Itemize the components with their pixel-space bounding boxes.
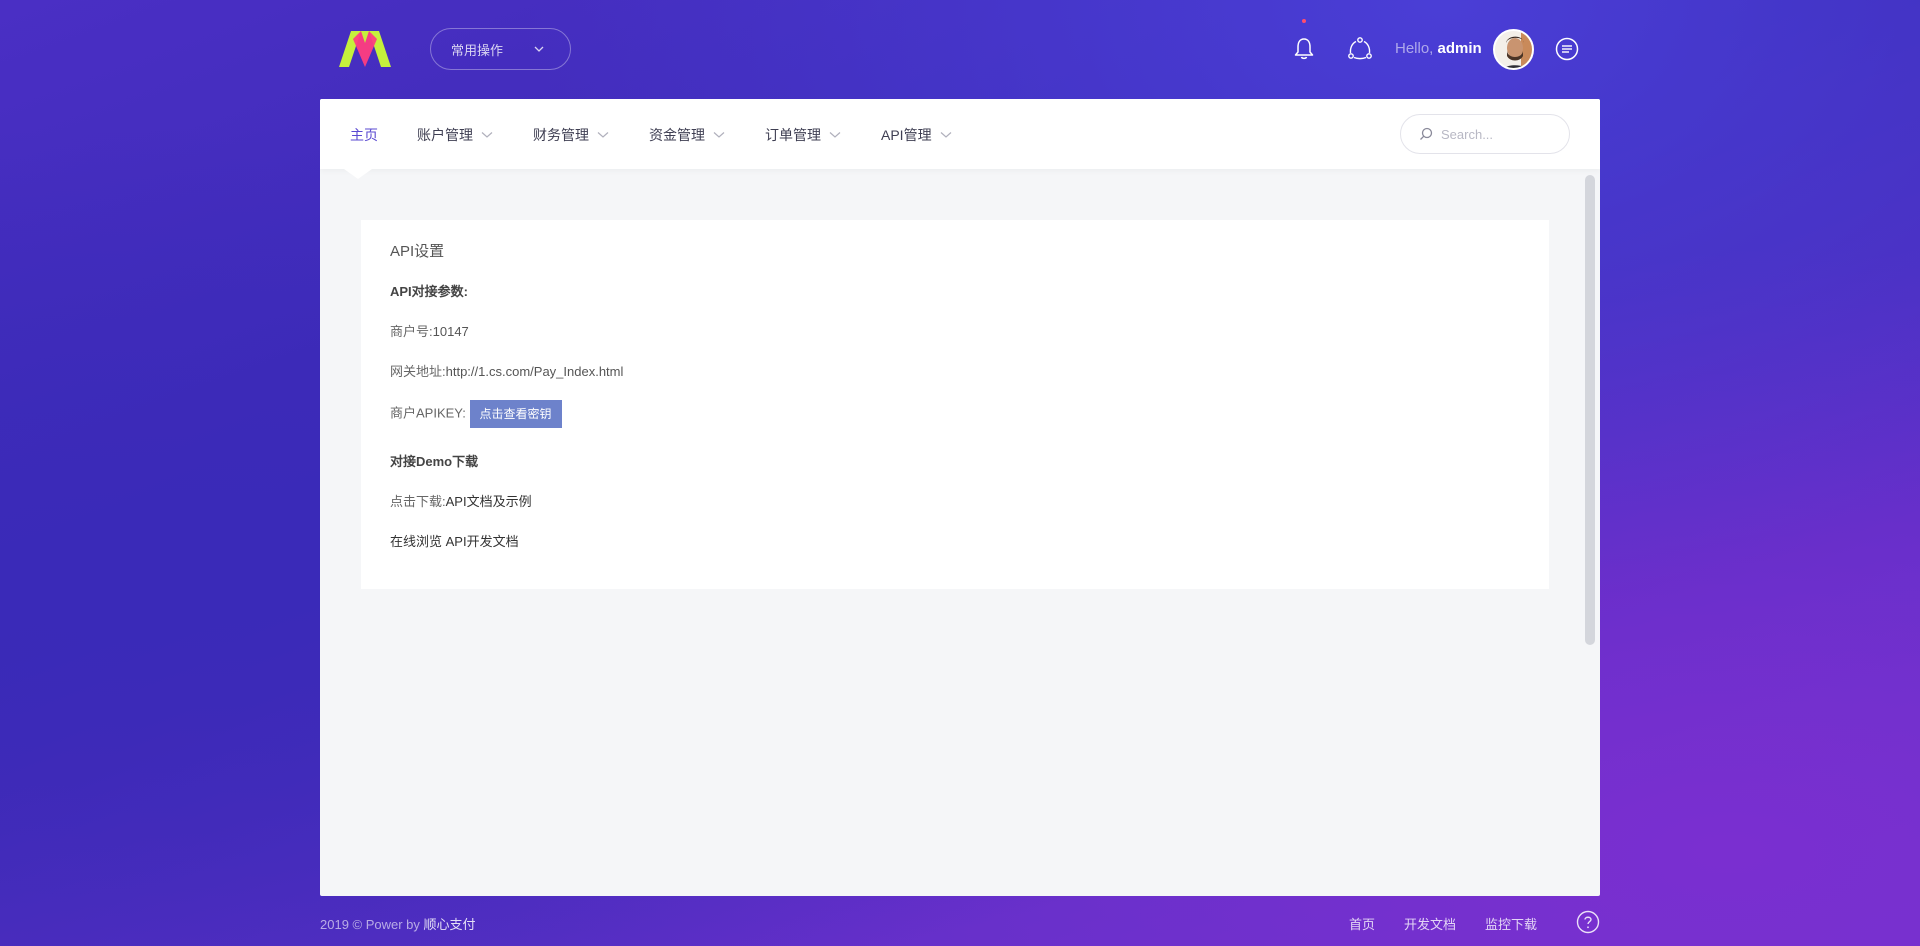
bell-icon[interactable] bbox=[1291, 36, 1317, 62]
nav-item-orders[interactable]: 订单管理 bbox=[765, 125, 841, 145]
brand-link[interactable]: 顺心支付 bbox=[424, 917, 476, 932]
download-label: 点击下载: bbox=[390, 494, 446, 509]
gateway-row: 网关地址:http://1.cs.com/Pay_Index.html bbox=[390, 361, 623, 380]
nav-item-home[interactable]: 主页 bbox=[350, 125, 378, 145]
merchant-value: 10147 bbox=[432, 324, 469, 339]
download-link[interactable]: API文档及示例 bbox=[446, 494, 532, 509]
logo-icon[interactable] bbox=[339, 31, 391, 67]
apikey-label: 商户APIKEY: bbox=[390, 405, 466, 421]
chevron-down-icon bbox=[481, 132, 493, 138]
avatar-image bbox=[1495, 31, 1532, 68]
help-icon[interactable] bbox=[1576, 910, 1600, 934]
online-doc-row: 在线浏览 API开发文档 bbox=[390, 531, 519, 550]
footer-link-home[interactable]: 首页 bbox=[1349, 914, 1375, 933]
view-key-button[interactable]: 点击查看密钥 bbox=[469, 400, 562, 428]
search-box bbox=[1400, 114, 1570, 154]
chevron-down-icon bbox=[713, 132, 725, 138]
active-nav-pointer bbox=[344, 169, 372, 179]
menu-lines-icon[interactable] bbox=[1554, 36, 1580, 62]
search-input[interactable] bbox=[1441, 126, 1551, 142]
chevron-down-icon bbox=[940, 132, 951, 138]
download-row: 点击下载:API文档及示例 bbox=[390, 491, 532, 510]
chevron-down-icon bbox=[829, 132, 841, 138]
online-doc-link[interactable]: 在线浏览 API开发文档 bbox=[390, 534, 519, 549]
copyright-text: 2019 © Power by bbox=[320, 917, 420, 932]
top-bar: 常用操作 Hello, admin bbox=[0, 0, 1920, 98]
gateway-label: 网关地址: bbox=[390, 364, 446, 379]
nav-item-label: 主页 bbox=[350, 127, 378, 143]
footer-link-docs[interactable]: 开发文档 bbox=[1404, 914, 1456, 933]
nav-item-label: 财务管理 bbox=[533, 127, 589, 143]
main-panel: 主页 账户管理 财务管理 资金管理 订单管理 API管理 Search... A… bbox=[320, 99, 1600, 896]
username[interactable]: admin bbox=[1438, 40, 1482, 57]
footer-link-monitor[interactable]: 监控下载 bbox=[1485, 914, 1537, 933]
demo-heading: 对接Demo下载 bbox=[390, 454, 479, 469]
nav-item-label: API管理 bbox=[881, 127, 932, 143]
card-title: API设置 bbox=[390, 243, 445, 260]
notification-dot bbox=[1302, 19, 1306, 23]
copyright: 2019 © Power by 顺心支付 bbox=[320, 914, 476, 933]
merchant-id-row: 商户号:10147 bbox=[390, 321, 469, 340]
params-heading: API对接参数: bbox=[390, 284, 469, 299]
quick-ops-label: 常用操作 bbox=[451, 42, 504, 58]
nav-item-finance[interactable]: 财务管理 bbox=[533, 125, 609, 145]
nav-item-api[interactable]: API管理 bbox=[881, 125, 952, 145]
apikey-row: 商户APIKEY: 点击查看密钥 bbox=[390, 400, 562, 428]
chevron-down-icon bbox=[534, 46, 544, 52]
sync-icon[interactable] bbox=[1347, 36, 1373, 62]
search-icon bbox=[1420, 127, 1433, 140]
quick-ops-dropdown[interactable]: 常用操作 bbox=[430, 28, 571, 70]
nav-item-account[interactable]: 账户管理 bbox=[417, 125, 493, 145]
nav-item-label: 订单管理 bbox=[765, 127, 821, 143]
main-nav: 主页 账户管理 财务管理 资金管理 订单管理 API管理 bbox=[320, 99, 1600, 169]
avatar[interactable] bbox=[1493, 29, 1534, 70]
nav-item-label: 资金管理 bbox=[649, 127, 705, 143]
nav-item-label: 账户管理 bbox=[417, 127, 473, 143]
greeting: Hello, admin bbox=[1395, 40, 1482, 57]
merchant-label: 商户号: bbox=[390, 324, 433, 339]
greeting-prefix: Hello, bbox=[1395, 40, 1434, 57]
scrollbar[interactable] bbox=[1585, 175, 1595, 645]
chevron-down-icon bbox=[597, 132, 609, 138]
gateway-value: http://1.cs.com/Pay_Index.html bbox=[445, 364, 624, 379]
nav-item-funds[interactable]: 资金管理 bbox=[649, 125, 725, 145]
api-settings-card: API设置 API对接参数: 商户号:10147 网关地址:http://1.c… bbox=[361, 220, 1549, 589]
